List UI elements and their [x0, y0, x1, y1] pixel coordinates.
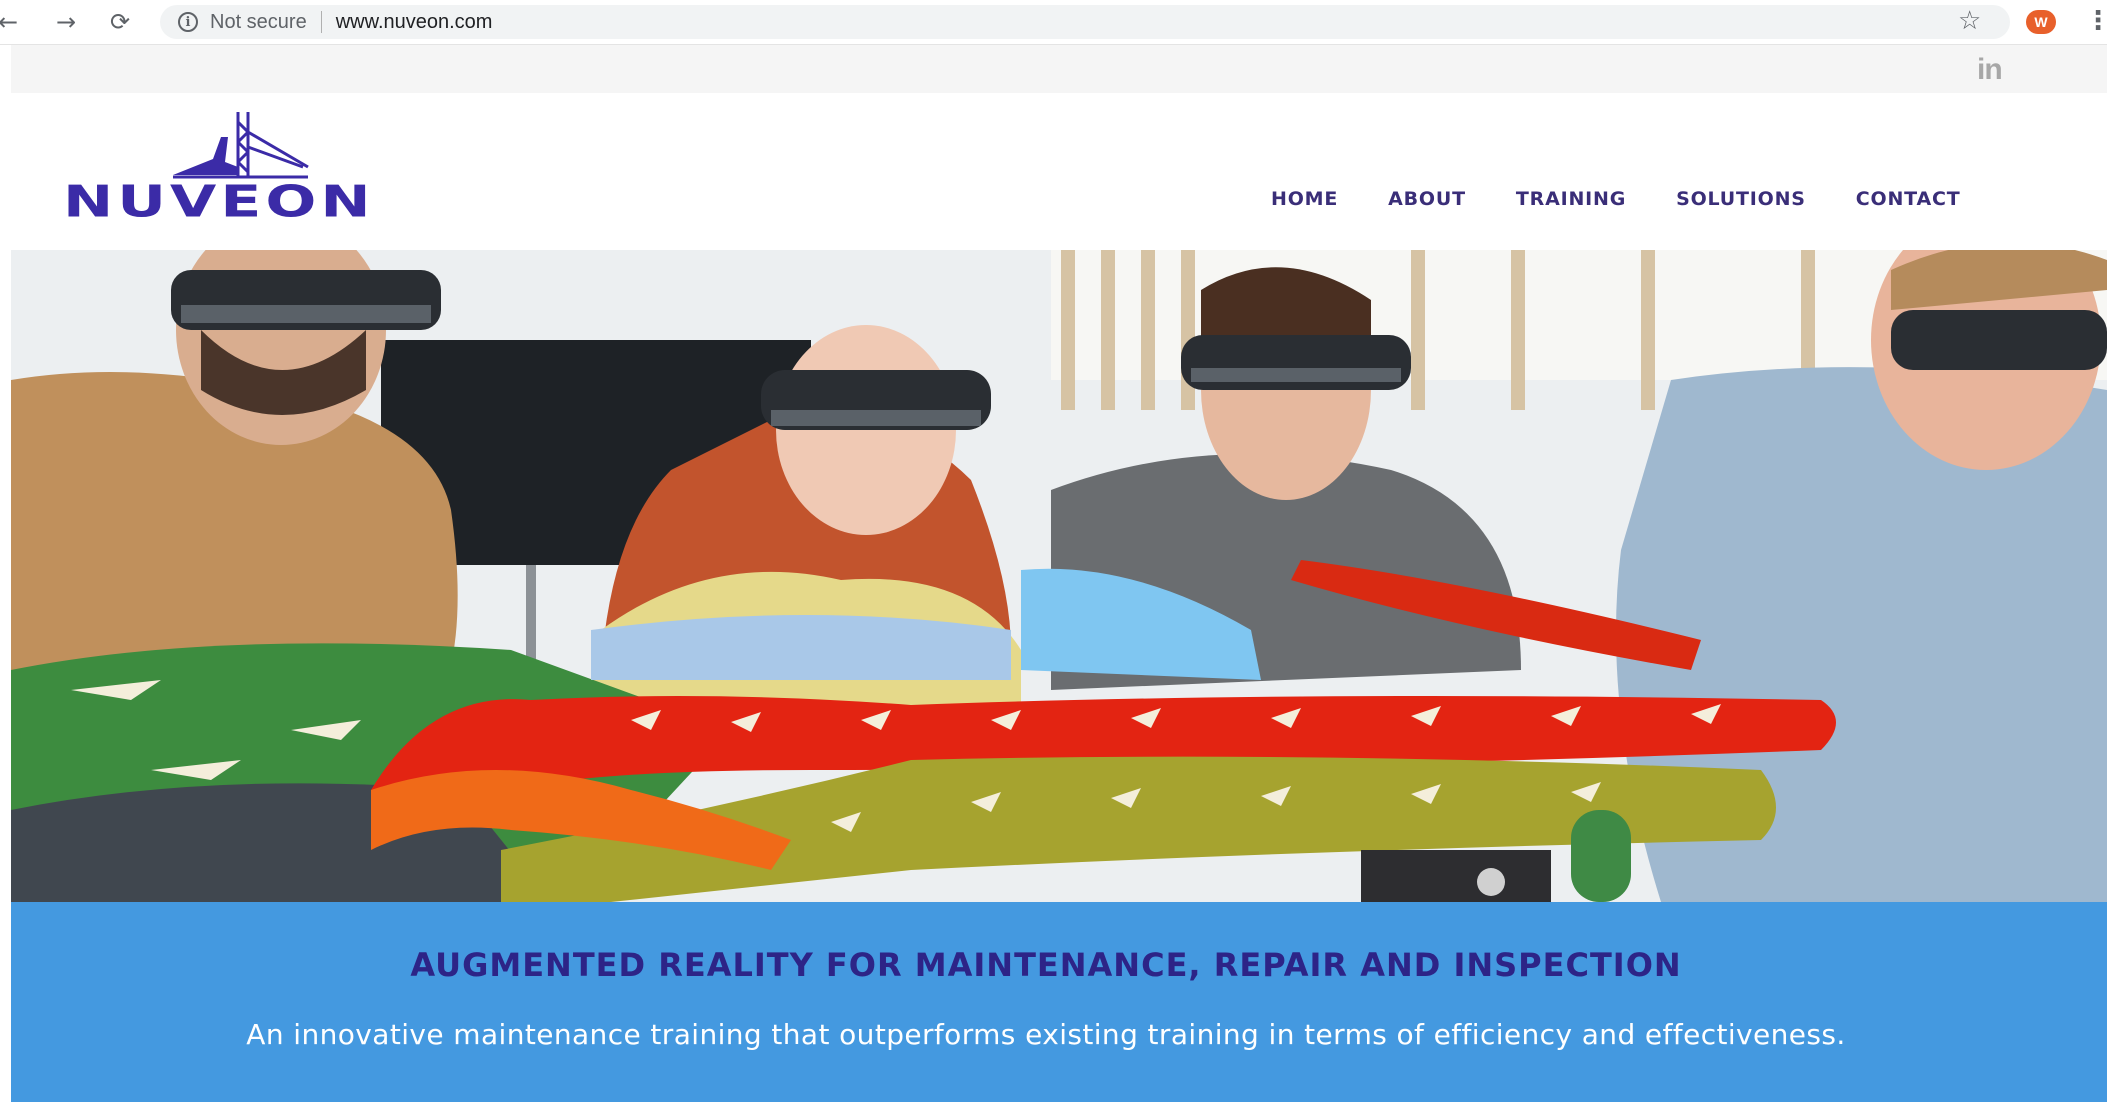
- hero-illustration: [11, 250, 2107, 902]
- menu-dots-icon[interactable]: ⋮: [2085, 6, 2107, 36]
- browser-toolbar: ← → ⟳ i Not secure www.nuveon.com ☆ W ⋮: [0, 0, 2107, 45]
- url-text[interactable]: www.nuveon.com: [336, 11, 493, 34]
- forward-arrow-icon[interactable]: →: [50, 6, 82, 38]
- nav-contact[interactable]: CONTACT: [1856, 188, 1961, 210]
- nuveon-logo[interactable]: NUVEON: [63, 107, 433, 237]
- logo-graphic-icon: [173, 112, 309, 179]
- banner-tagline: An innovative maintenance training that …: [246, 1018, 1846, 1051]
- logo-text: NUVEON: [63, 177, 375, 228]
- address-bar[interactable]: i Not secure www.nuveon.com: [160, 5, 2010, 39]
- site-header: NUVEON HOME ABOUT TRAINING SOLUTIONS CON…: [11, 93, 2107, 251]
- hero-image: [11, 250, 2107, 902]
- linkedin-icon[interactable]: in: [1977, 53, 2003, 87]
- nav-training[interactable]: TRAINING: [1516, 188, 1626, 210]
- back-arrow-icon[interactable]: ←: [0, 6, 24, 38]
- nav-solutions[interactable]: SOLUTIONS: [1676, 188, 1806, 210]
- main-nav: HOME ABOUT TRAINING SOLUTIONS CONTACT: [1271, 188, 1960, 210]
- banner-headline: AUGMENTED REALITY FOR MAINTENANCE, REPAI…: [410, 946, 1682, 984]
- star-icon[interactable]: ☆: [1958, 6, 1981, 36]
- nav-about[interactable]: ABOUT: [1388, 188, 1466, 210]
- nav-home[interactable]: HOME: [1271, 188, 1338, 210]
- social-bar: in: [11, 45, 2107, 93]
- reload-icon[interactable]: ⟳: [104, 6, 136, 38]
- profile-avatar[interactable]: W: [2026, 10, 2056, 34]
- hero-banner: AUGMENTED REALITY FOR MAINTENANCE, REPAI…: [11, 902, 2107, 1102]
- security-status: Not secure: [210, 10, 307, 33]
- info-icon[interactable]: i: [178, 12, 198, 32]
- address-divider: [320, 11, 322, 33]
